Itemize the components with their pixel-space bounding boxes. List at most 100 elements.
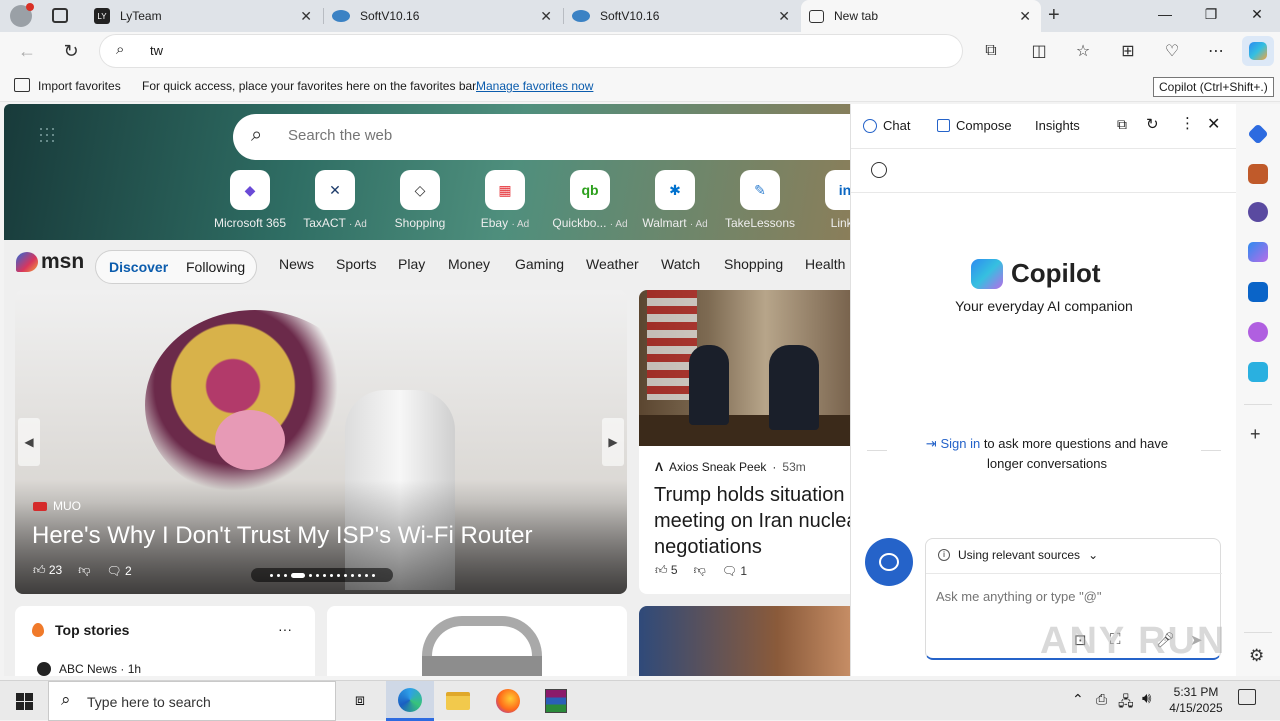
compose-tab[interactable]: Compose (937, 118, 1012, 133)
like-button[interactable]: 👍︎ 23 (33, 563, 62, 578)
new-tab-button[interactable]: + (1048, 4, 1060, 27)
notifications-icon[interactable] (1238, 689, 1256, 705)
like-button[interactable]: 👍︎ 5 (655, 563, 678, 578)
comment-button[interactable]: 🗨︎ 1 (722, 564, 747, 578)
games-icon[interactable] (1248, 202, 1268, 222)
copilot-sidebar-icon[interactable] (1248, 242, 1268, 262)
hero-card[interactable]: ◀ ▶ MUO Here's Why I Don't Trust My ISP'… (15, 290, 627, 594)
window-close-icon[interactable]: ✕ (1242, 6, 1272, 23)
refresh-icon[interactable]: ↻ (60, 40, 82, 62)
more-icon[interactable]: ⋯ (1205, 40, 1227, 62)
msn-logo[interactable]: msn (16, 250, 84, 274)
chat-tab[interactable]: Chat (863, 118, 910, 133)
performance-icon[interactable]: ♡ (1161, 40, 1183, 62)
next-arrow-button[interactable]: ▶ (602, 418, 624, 466)
start-button[interactable] (0, 681, 48, 721)
quick-link[interactable]: ✱ Walmart · Ad (635, 170, 715, 230)
collections-icon[interactable]: ⊞ (1117, 40, 1139, 62)
manage-favorites-link[interactable]: Manage favorites now (476, 79, 593, 93)
firefox-icon[interactable] (484, 681, 532, 721)
close-icon[interactable]: ✕ (540, 8, 552, 25)
winrar-icon[interactable] (532, 681, 580, 721)
hero-title[interactable]: Here's Why I Don't Trust My ISP's Wi-Fi … (32, 522, 533, 550)
prev-arrow-button[interactable]: ◀ (18, 418, 40, 466)
quick-link[interactable]: in Linke (805, 170, 850, 230)
nav-item-sports[interactable]: Sports (336, 256, 376, 272)
quick-link[interactable]: ◇ Shopping (380, 170, 460, 230)
nav-item-news[interactable]: News (279, 256, 314, 272)
network-icon[interactable]: 🖧︎ (1118, 691, 1134, 715)
nav-item-shopping[interactable]: Shopping (724, 256, 783, 272)
file-explorer-icon[interactable] (434, 681, 482, 721)
device-icon[interactable]: ⎙ (1096, 691, 1107, 708)
extensions-icon[interactable]: ⧉ (980, 40, 1002, 62)
sources-selector[interactable]: i Using relevant sources ⌄ (938, 548, 1098, 562)
volume-icon[interactable]: 🔊︎ (1142, 690, 1151, 707)
dislike-icon[interactable]: 👎︎ (78, 563, 90, 578)
web-search-box[interactable]: ⌕ (233, 114, 850, 160)
quick-link[interactable]: ◆ Microsoft 365 (210, 170, 290, 230)
close-icon[interactable]: ✕ (778, 8, 790, 25)
nav-item-watch[interactable]: Watch (661, 256, 700, 272)
tab-lyteam[interactable]: LY LyTeam ✕ (86, 0, 322, 32)
close-panel-icon[interactable]: ✕ (1207, 114, 1220, 134)
designer-icon[interactable] (1248, 322, 1268, 342)
tab-actions-icon[interactable] (52, 8, 68, 23)
restore-icon[interactable]: ❐ (1196, 6, 1226, 23)
news-title[interactable]: Trump holds situation meeting on Iran nu… (654, 482, 850, 560)
signin-link[interactable]: Sign in (940, 436, 980, 451)
nav-item-play[interactable]: Play (398, 256, 425, 272)
history-icon[interactable] (871, 162, 887, 178)
tab-softv-2[interactable]: SoftV10.16 ✕ (564, 0, 800, 32)
clock[interactable]: 5:31 PM 4/15/2025 (1166, 684, 1226, 716)
briefcase-icon[interactable] (1248, 164, 1268, 184)
split-screen-icon[interactable]: ◫ (1028, 40, 1050, 62)
insights-tab[interactable]: Insights (1035, 118, 1080, 133)
chevron-up-icon[interactable]: ⌃ (1072, 691, 1084, 708)
more-options-button[interactable]: ··· (278, 621, 292, 637)
product-card[interactable] (327, 606, 627, 676)
favorites-icon[interactable]: ☆ (1072, 40, 1094, 62)
nav-item-money[interactable]: Money (448, 256, 490, 272)
close-icon[interactable]: ✕ (1019, 8, 1031, 25)
address-input[interactable]: tw (150, 43, 163, 58)
minimize-icon[interactable]: — (1150, 6, 1180, 22)
profile-icon[interactable] (10, 3, 34, 27)
edge-icon[interactable] (386, 681, 434, 721)
quick-link[interactable]: qb Quickbo... · Ad (550, 170, 630, 230)
send-arrow-icon[interactable] (1248, 362, 1268, 382)
taskbar-search-input[interactable]: Type here to search (87, 694, 211, 710)
copilot-input[interactable] (936, 589, 1206, 604)
comment-button[interactable]: 🗨︎ 2 (106, 564, 131, 578)
taskbar-search[interactable]: ⌕ Type here to search (48, 681, 336, 721)
nav-item-gaming[interactable]: Gaming (515, 256, 564, 272)
settings-icon[interactable]: ⚙ (1249, 646, 1264, 666)
add-icon[interactable]: + (1250, 424, 1261, 445)
back-icon[interactable]: ← (16, 40, 38, 62)
quick-link[interactable]: ✕ TaxACT · Ad (295, 170, 375, 230)
nav-item-health[interactable]: Health (805, 256, 845, 272)
discover-tab[interactable]: Discover (109, 259, 168, 275)
apps-grid-icon[interactable] (38, 126, 56, 144)
more-icon[interactable]: ⋮ (1180, 114, 1195, 132)
quick-link[interactable]: ✎ TakeLessons (720, 170, 800, 230)
outlook-icon[interactable] (1248, 282, 1268, 302)
tag-icon[interactable] (1247, 123, 1269, 145)
following-tab[interactable]: Following (186, 259, 245, 275)
quick-link[interactable]: ▦ Ebay · Ad (465, 170, 545, 230)
news-card[interactable]: Λ Axios Sneak Peek · 53m Trump holds sit… (639, 290, 850, 594)
copilot-button[interactable] (1242, 36, 1274, 66)
import-favorites-button[interactable]: Import favorites (38, 79, 121, 93)
open-new-tab-icon[interactable]: ⧉ (1117, 116, 1127, 133)
address-bar[interactable]: ⌕ tw (100, 35, 962, 67)
news-card-bottom[interactable] (639, 606, 850, 676)
new-topic-button[interactable] (865, 538, 913, 586)
dislike-icon[interactable]: 👎︎ (694, 563, 706, 578)
refresh-icon[interactable]: ↻ (1146, 115, 1159, 133)
tab-softv-1[interactable]: SoftV10.16 ✕ (324, 0, 562, 32)
web-search-input[interactable] (288, 127, 688, 144)
tab-newtab[interactable]: New tab ✕ (801, 0, 1041, 32)
close-icon[interactable]: ✕ (300, 8, 312, 25)
task-view-icon[interactable]: ⧈ (336, 681, 384, 721)
nav-item-weather[interactable]: Weather (586, 256, 639, 272)
